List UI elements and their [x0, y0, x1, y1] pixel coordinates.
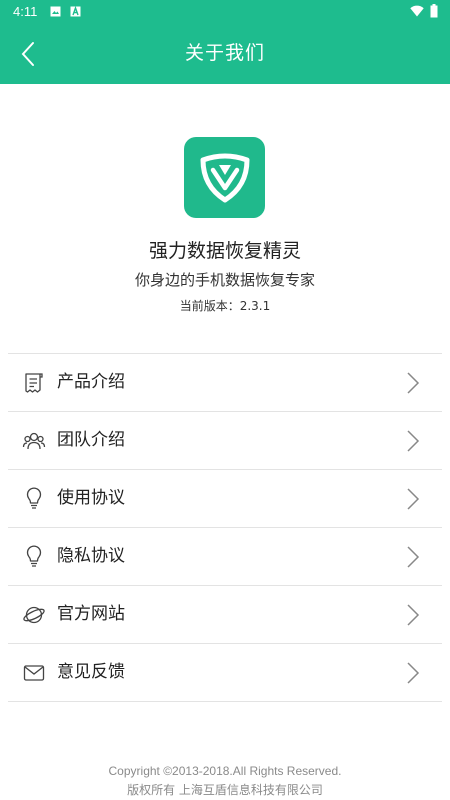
menu-item-privacy-agreement[interactable]: 隐私协议: [8, 528, 442, 586]
menu-item-label: 产品介绍: [57, 372, 125, 392]
app-bar: 关于我们: [0, 24, 450, 84]
app-logo: [184, 137, 265, 218]
chevron-right-icon: [407, 546, 420, 568]
company-text: 版权所有 上海互盾信息科技有限公司: [127, 783, 323, 797]
planet-icon: [23, 606, 45, 624]
app-name: 强力数据恢复精灵: [148, 240, 301, 262]
shield-logo-icon: [200, 153, 249, 202]
menu-item-label: 隐私协议: [57, 546, 125, 566]
menu-item-product-intro[interactable]: 产品介绍: [8, 354, 442, 412]
lightbulb-icon: [26, 487, 42, 509]
menu-item-label: 官方网站: [57, 604, 125, 624]
mail-icon: [23, 665, 45, 681]
menu-item-label: 使用协议: [57, 488, 125, 508]
page-title: 关于我们: [184, 42, 265, 64]
status-time: 4:11: [13, 4, 38, 19]
app-slogan: 你身边的手机数据恢复专家: [134, 271, 315, 289]
image-icon: [50, 6, 61, 17]
a-icon: [70, 6, 81, 17]
team-icon: [22, 432, 46, 450]
chevron-right-icon: [407, 662, 420, 684]
about-menu-list: 产品介绍 团队介绍 使用协议 隐私协议 官方网站 意见反馈: [8, 353, 442, 702]
chevron-right-icon: [407, 372, 420, 394]
chevron-right-icon: [407, 430, 420, 452]
menu-item-user-agreement[interactable]: 使用协议: [8, 470, 442, 528]
chevron-right-icon: [407, 604, 420, 626]
menu-item-feedback[interactable]: 意见反馈: [8, 644, 442, 702]
menu-item-team-intro[interactable]: 团队介绍: [8, 412, 442, 470]
menu-item-label: 团队介绍: [57, 430, 125, 450]
wifi-icon: [410, 5, 424, 17]
battery-icon: [430, 4, 438, 18]
chevron-right-icon: [407, 488, 420, 510]
copyright-text: Copyright ©2013-2018.All Rights Reserved…: [108, 764, 342, 778]
menu-item-label: 意见反馈: [57, 662, 125, 682]
document-icon: [25, 373, 43, 393]
menu-item-official-website[interactable]: 官方网站: [8, 586, 442, 644]
status-bar: 4:11: [0, 0, 450, 24]
lightbulb-icon: [26, 545, 42, 567]
app-version: 当前版本：2.3.1: [179, 299, 271, 313]
